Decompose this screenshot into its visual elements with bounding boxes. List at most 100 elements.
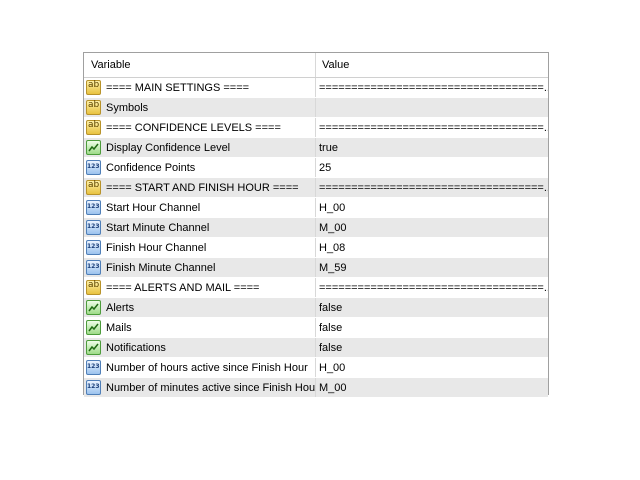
- variable-value: ===================================...: [319, 281, 548, 294]
- variable-name: Symbols: [106, 101, 149, 114]
- variable-cell[interactable]: Finish Hour Channel: [84, 238, 316, 257]
- inputs-grid: Variable Value ==== MAIN SETTINGS ======…: [83, 52, 549, 398]
- table-row[interactable]: Start Hour Channel H_00: [84, 198, 548, 218]
- number-icon: [86, 260, 101, 275]
- grid-header: Variable Value: [84, 53, 548, 78]
- variable-cell[interactable]: Confidence Points: [84, 158, 316, 177]
- variable-cell[interactable]: Alerts: [84, 298, 316, 317]
- value-cell[interactable]: false: [316, 298, 548, 317]
- variable-cell[interactable]: ==== CONFIDENCE LEVELS ====: [84, 118, 316, 137]
- table-row[interactable]: Start Minute Channel M_00: [84, 218, 548, 238]
- table-row[interactable]: Mails false: [84, 318, 548, 338]
- string-icon: [86, 120, 101, 135]
- number-icon: [86, 240, 101, 255]
- variable-value: M_59: [319, 261, 347, 274]
- column-header-value[interactable]: Value: [316, 53, 548, 77]
- number-icon: [86, 360, 101, 375]
- table-row[interactable]: Number of minutes active since Finish Ho…: [84, 378, 548, 398]
- number-icon: [86, 200, 101, 215]
- variable-name: Alerts: [106, 301, 135, 314]
- variable-value: true: [319, 141, 338, 154]
- table-row[interactable]: Finish Hour Channel H_08: [84, 238, 548, 258]
- variable-cell[interactable]: Number of hours active since Finish Hour: [84, 358, 316, 377]
- value-cell[interactable]: 25: [316, 158, 548, 177]
- value-cell[interactable]: true: [316, 138, 548, 157]
- value-cell[interactable]: ===================================...: [316, 278, 548, 297]
- variable-cell[interactable]: ==== MAIN SETTINGS ====: [84, 78, 316, 97]
- value-cell[interactable]: [316, 98, 548, 117]
- variable-value: H_00: [319, 201, 346, 214]
- variable-name: ==== MAIN SETTINGS ====: [106, 81, 250, 94]
- string-icon: [86, 80, 101, 95]
- value-cell[interactable]: H_00: [316, 358, 548, 377]
- variable-name: ==== CONFIDENCE LEVELS ====: [106, 121, 281, 134]
- variable-name: ==== START AND FINISH HOUR ====: [106, 181, 299, 194]
- variable-value: false: [319, 301, 343, 314]
- variable-cell[interactable]: Start Hour Channel: [84, 198, 316, 217]
- value-cell[interactable]: false: [316, 338, 548, 357]
- variable-cell[interactable]: ==== START AND FINISH HOUR ====: [84, 178, 316, 197]
- number-icon: [86, 220, 101, 235]
- variable-value: M_00: [319, 221, 347, 234]
- value-cell[interactable]: ===================================...: [316, 178, 548, 197]
- variable-value: false: [319, 341, 343, 354]
- table-row[interactable]: Confidence Points 25: [84, 158, 548, 178]
- variable-value: ===================================...: [319, 181, 548, 194]
- table-row[interactable]: Number of hours active since Finish Hour…: [84, 358, 548, 378]
- value-cell[interactable]: H_00: [316, 198, 548, 217]
- value-cell[interactable]: ===================================...: [316, 78, 548, 97]
- table-row[interactable]: ==== ALERTS AND MAIL ==== ===============…: [84, 278, 548, 298]
- grid-body: ==== MAIN SETTINGS ==== =================…: [84, 78, 548, 398]
- variable-cell[interactable]: ==== ALERTS AND MAIL ====: [84, 278, 316, 297]
- variable-value: ===================================...: [319, 81, 548, 94]
- value-cell[interactable]: false: [316, 318, 548, 337]
- value-cell[interactable]: M_00: [316, 218, 548, 237]
- table-row[interactable]: Symbols: [84, 98, 548, 118]
- variable-value: H_08: [319, 241, 346, 254]
- variable-value: false: [319, 321, 343, 334]
- table-row[interactable]: ==== MAIN SETTINGS ==== =================…: [84, 78, 548, 98]
- variable-name: Display Confidence Level: [106, 141, 231, 154]
- variable-value: M_00: [319, 381, 347, 394]
- variable-name: Number of minutes active since Finish Ho…: [106, 381, 316, 394]
- variable-name: Notifications: [106, 341, 166, 354]
- table-row[interactable]: Finish Minute Channel M_59: [84, 258, 548, 278]
- table-row[interactable]: ==== START AND FINISH HOUR ==== =========…: [84, 178, 548, 198]
- variable-name: Mails: [106, 321, 132, 334]
- string-icon: [86, 280, 101, 295]
- bool-icon: [86, 300, 101, 315]
- variable-name: Confidence Points: [106, 161, 196, 174]
- value-cell[interactable]: M_00: [316, 378, 548, 397]
- variable-cell[interactable]: Finish Minute Channel: [84, 258, 316, 277]
- variable-value: ===================================...: [319, 121, 548, 134]
- variable-cell[interactable]: Number of minutes active since Finish Ho…: [84, 378, 316, 397]
- bool-icon: [86, 320, 101, 335]
- bool-icon: [86, 140, 101, 155]
- variable-cell[interactable]: Notifications: [84, 338, 316, 357]
- variable-name: Start Hour Channel: [106, 201, 201, 214]
- variable-name: Start Minute Channel: [106, 221, 210, 234]
- column-header-variable[interactable]: Variable: [84, 53, 316, 77]
- table-row[interactable]: Display Confidence Level true: [84, 138, 548, 158]
- variable-cell[interactable]: Display Confidence Level: [84, 138, 316, 157]
- value-cell[interactable]: H_08: [316, 238, 548, 257]
- string-icon: [86, 180, 101, 195]
- table-row[interactable]: ==== CONFIDENCE LEVELS ==== =============…: [84, 118, 548, 138]
- table-row[interactable]: Notifications false: [84, 338, 548, 358]
- variable-name: Number of hours active since Finish Hour: [106, 361, 308, 374]
- bool-icon: [86, 340, 101, 355]
- variable-name: ==== ALERTS AND MAIL ====: [106, 281, 260, 294]
- value-cell[interactable]: M_59: [316, 258, 548, 277]
- variable-name: Finish Hour Channel: [106, 241, 207, 254]
- string-icon: [86, 100, 101, 115]
- variable-value: H_00: [319, 361, 346, 374]
- variable-cell[interactable]: Symbols: [84, 98, 316, 117]
- number-icon: [86, 160, 101, 175]
- variable-name: Finish Minute Channel: [106, 261, 216, 274]
- variable-cell[interactable]: Mails: [84, 318, 316, 337]
- table-row[interactable]: Alerts false: [84, 298, 548, 318]
- variable-value: 25: [319, 161, 332, 174]
- number-icon: [86, 380, 101, 395]
- variable-cell[interactable]: Start Minute Channel: [84, 218, 316, 237]
- value-cell[interactable]: ===================================...: [316, 118, 548, 137]
